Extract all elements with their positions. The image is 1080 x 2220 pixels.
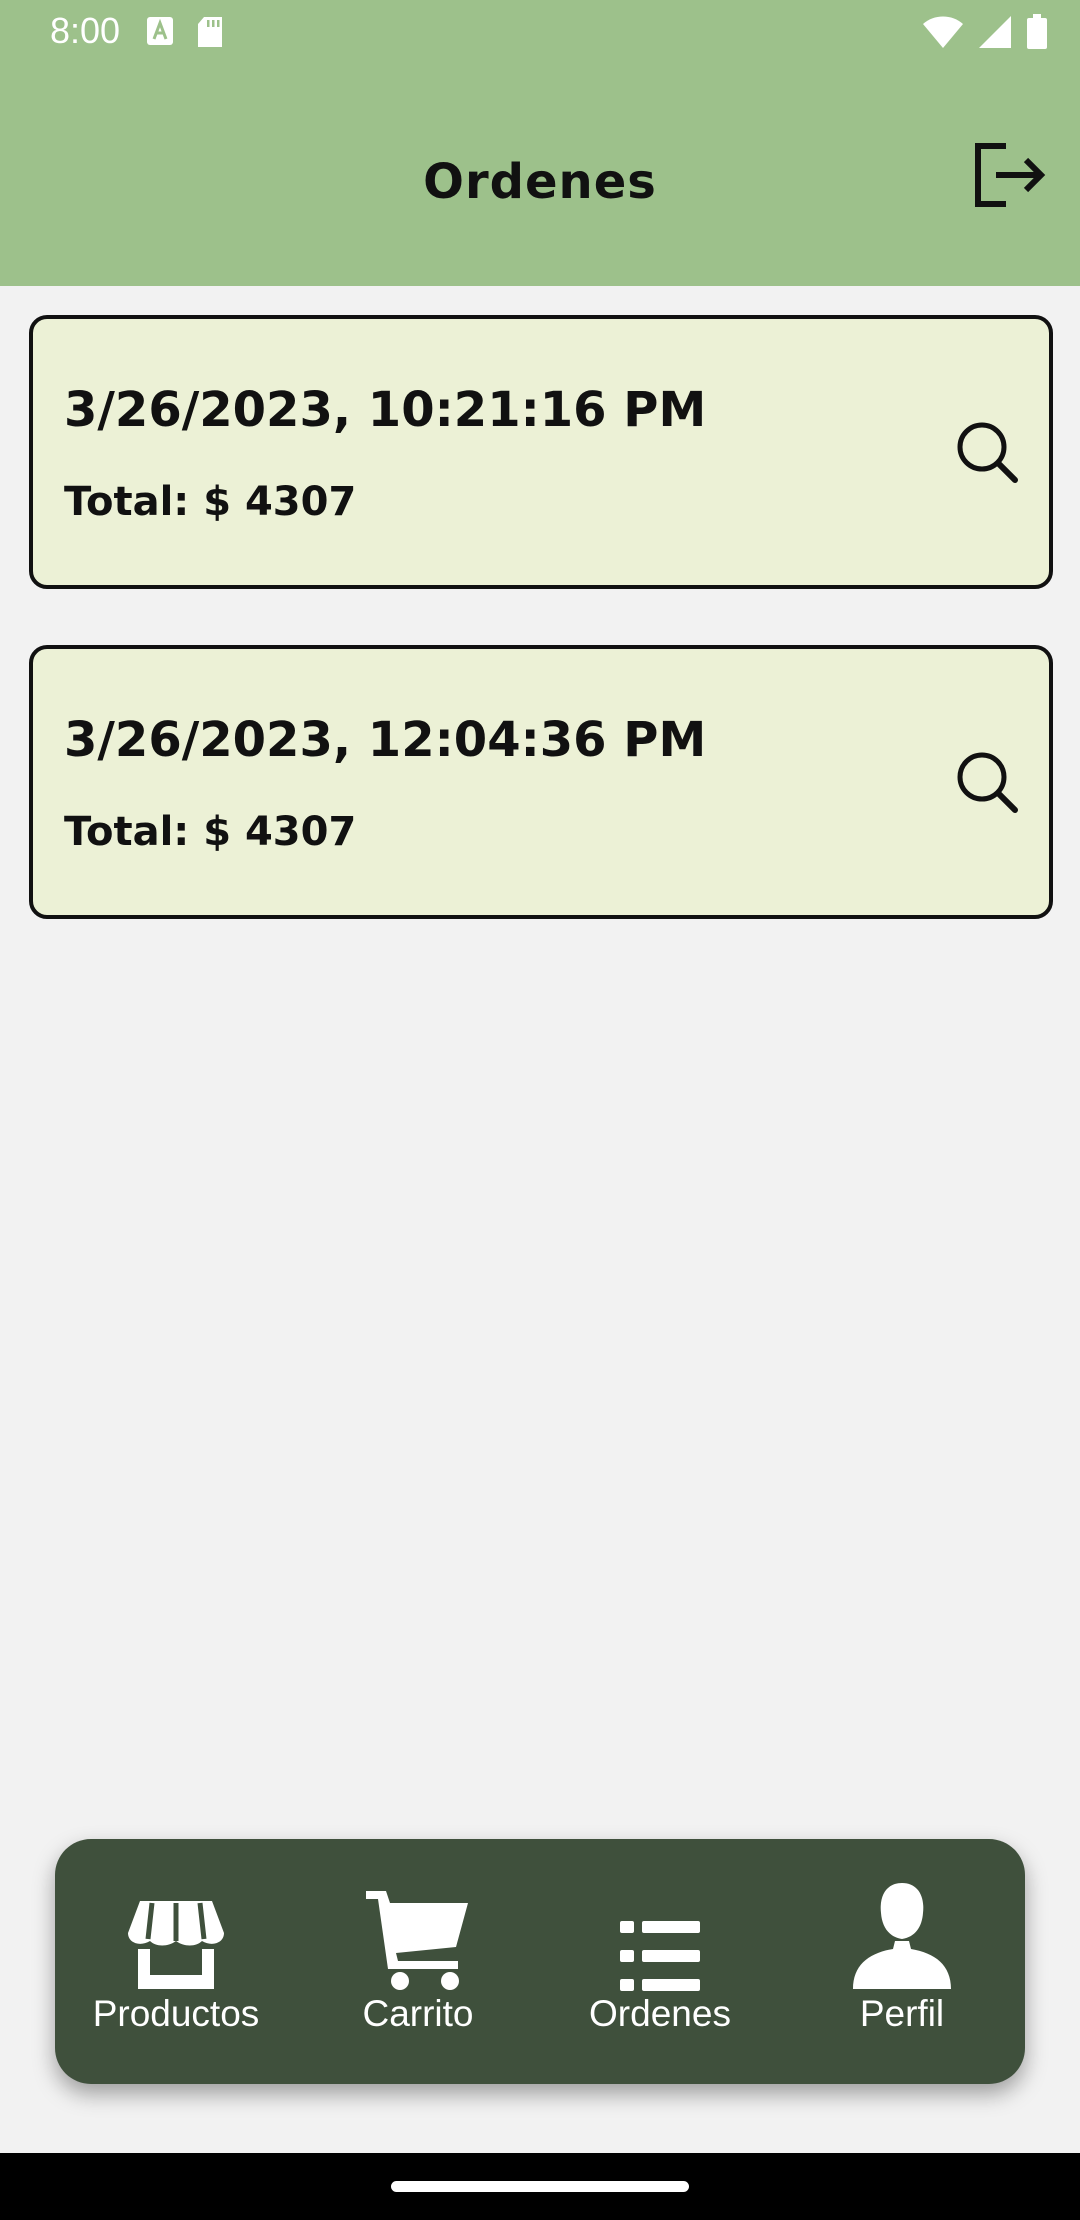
store-icon xyxy=(128,1901,224,1989)
bottom-nav: Productos Carrito Ordenes Perfil xyxy=(55,1839,1025,2084)
status-time: 8:00 xyxy=(50,10,121,51)
home-gesture-handle[interactable] xyxy=(391,2181,689,2192)
order-date: 3/26/2023, 12:04:36 PM xyxy=(64,712,707,768)
status-right-icons xyxy=(922,14,1048,50)
view-order-button[interactable] xyxy=(954,419,1020,485)
status-left-icons xyxy=(146,16,224,48)
logout-button[interactable] xyxy=(972,138,1048,214)
logout-icon xyxy=(975,143,1046,207)
wifi-icon xyxy=(923,16,963,48)
search-icon xyxy=(957,422,1018,483)
gesture-bar xyxy=(0,2153,1080,2220)
sd-card-icon xyxy=(198,17,222,47)
signal-icon xyxy=(979,16,1011,48)
order-total: Total: $ 4307 xyxy=(64,479,357,525)
cart-icon xyxy=(366,1891,468,1990)
nav-label: Carrito xyxy=(362,1993,474,2034)
nav-item-perfil[interactable]: Perfil xyxy=(781,1839,1023,2084)
font-download-icon xyxy=(147,17,173,45)
nav-item-productos[interactable]: Productos xyxy=(55,1839,297,2084)
nav-label: Perfil xyxy=(859,1993,945,2034)
order-total: Total: $ 4307 xyxy=(64,809,357,855)
app-bar: Ordenes xyxy=(0,66,1080,286)
view-order-button[interactable] xyxy=(954,749,1020,815)
user-icon xyxy=(853,1883,951,1989)
nav-item-carrito[interactable]: Carrito xyxy=(297,1839,539,2084)
nav-item-ordenes[interactable]: Ordenes xyxy=(539,1839,781,2084)
battery-icon xyxy=(1027,14,1047,49)
nav-label: Productos xyxy=(92,1993,260,2034)
nav-label: Ordenes xyxy=(589,1993,731,2034)
status-bar: 8:00 xyxy=(0,0,1080,66)
order-card[interactable]: 3/26/2023, 12:04:36 PM Total: $ 4307 xyxy=(29,645,1053,919)
page-title: Ordenes xyxy=(423,154,657,210)
list-icon xyxy=(620,1921,700,1991)
order-card[interactable]: 3/26/2023, 10:21:16 PM Total: $ 4307 xyxy=(29,315,1053,589)
search-icon xyxy=(957,752,1018,813)
order-date: 3/26/2023, 10:21:16 PM xyxy=(64,382,707,438)
